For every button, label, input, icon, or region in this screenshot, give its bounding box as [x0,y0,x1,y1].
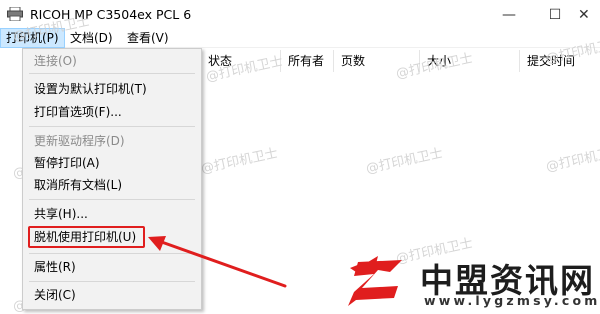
minimize-button[interactable]: — [486,0,532,30]
menu-item-preferences[interactable]: 打印首选项(F)... [34,103,122,121]
menu-separator [29,281,195,282]
watermark: @打印机卫士 [364,146,445,177]
menu-item-close[interactable]: 关闭(C) [34,286,76,304]
menu-separator [29,73,195,74]
close-button[interactable]: ✕ [578,0,600,30]
menu-item-cancel-all[interactable]: 取消所有文档(L) [34,176,122,194]
maximize-button[interactable]: ☐ [532,0,578,30]
printer-menu-dropdown: 连接(O) 设置为默认打印机(T) 打印首选项(F)... 更新驱动程序(D) … [22,48,202,310]
watermark: @打印机卫士 [544,144,600,175]
menu-view[interactable]: 查看(V) [122,28,174,48]
brand-logo-icon [348,256,402,306]
menu-item-properties[interactable]: 属性(R) [34,258,76,276]
menu-item-update-driver[interactable]: 更新驱动程序(D) [34,132,125,150]
menu-item-sharing[interactable]: 共享(H)... [34,205,88,223]
menu-separator [29,199,195,200]
column-owner[interactable]: 所有者 [281,50,334,72]
brand-url: www.lygzmsy.com [424,293,600,308]
watermark: @打印机卫士 [199,146,280,177]
menu-item-pause-printing[interactable]: 暂停打印(A) [34,154,100,172]
menu-item-set-default[interactable]: 设置为默认打印机(T) [34,80,147,98]
menu-item-connect[interactable]: 连接(O) [34,52,77,70]
menu-separator [29,253,195,254]
printer-icon [7,7,23,21]
highlight-box [28,226,145,248]
menu-bar: 打印机(P) 文档(D) 查看(V) [0,28,600,48]
menu-separator [29,126,195,127]
